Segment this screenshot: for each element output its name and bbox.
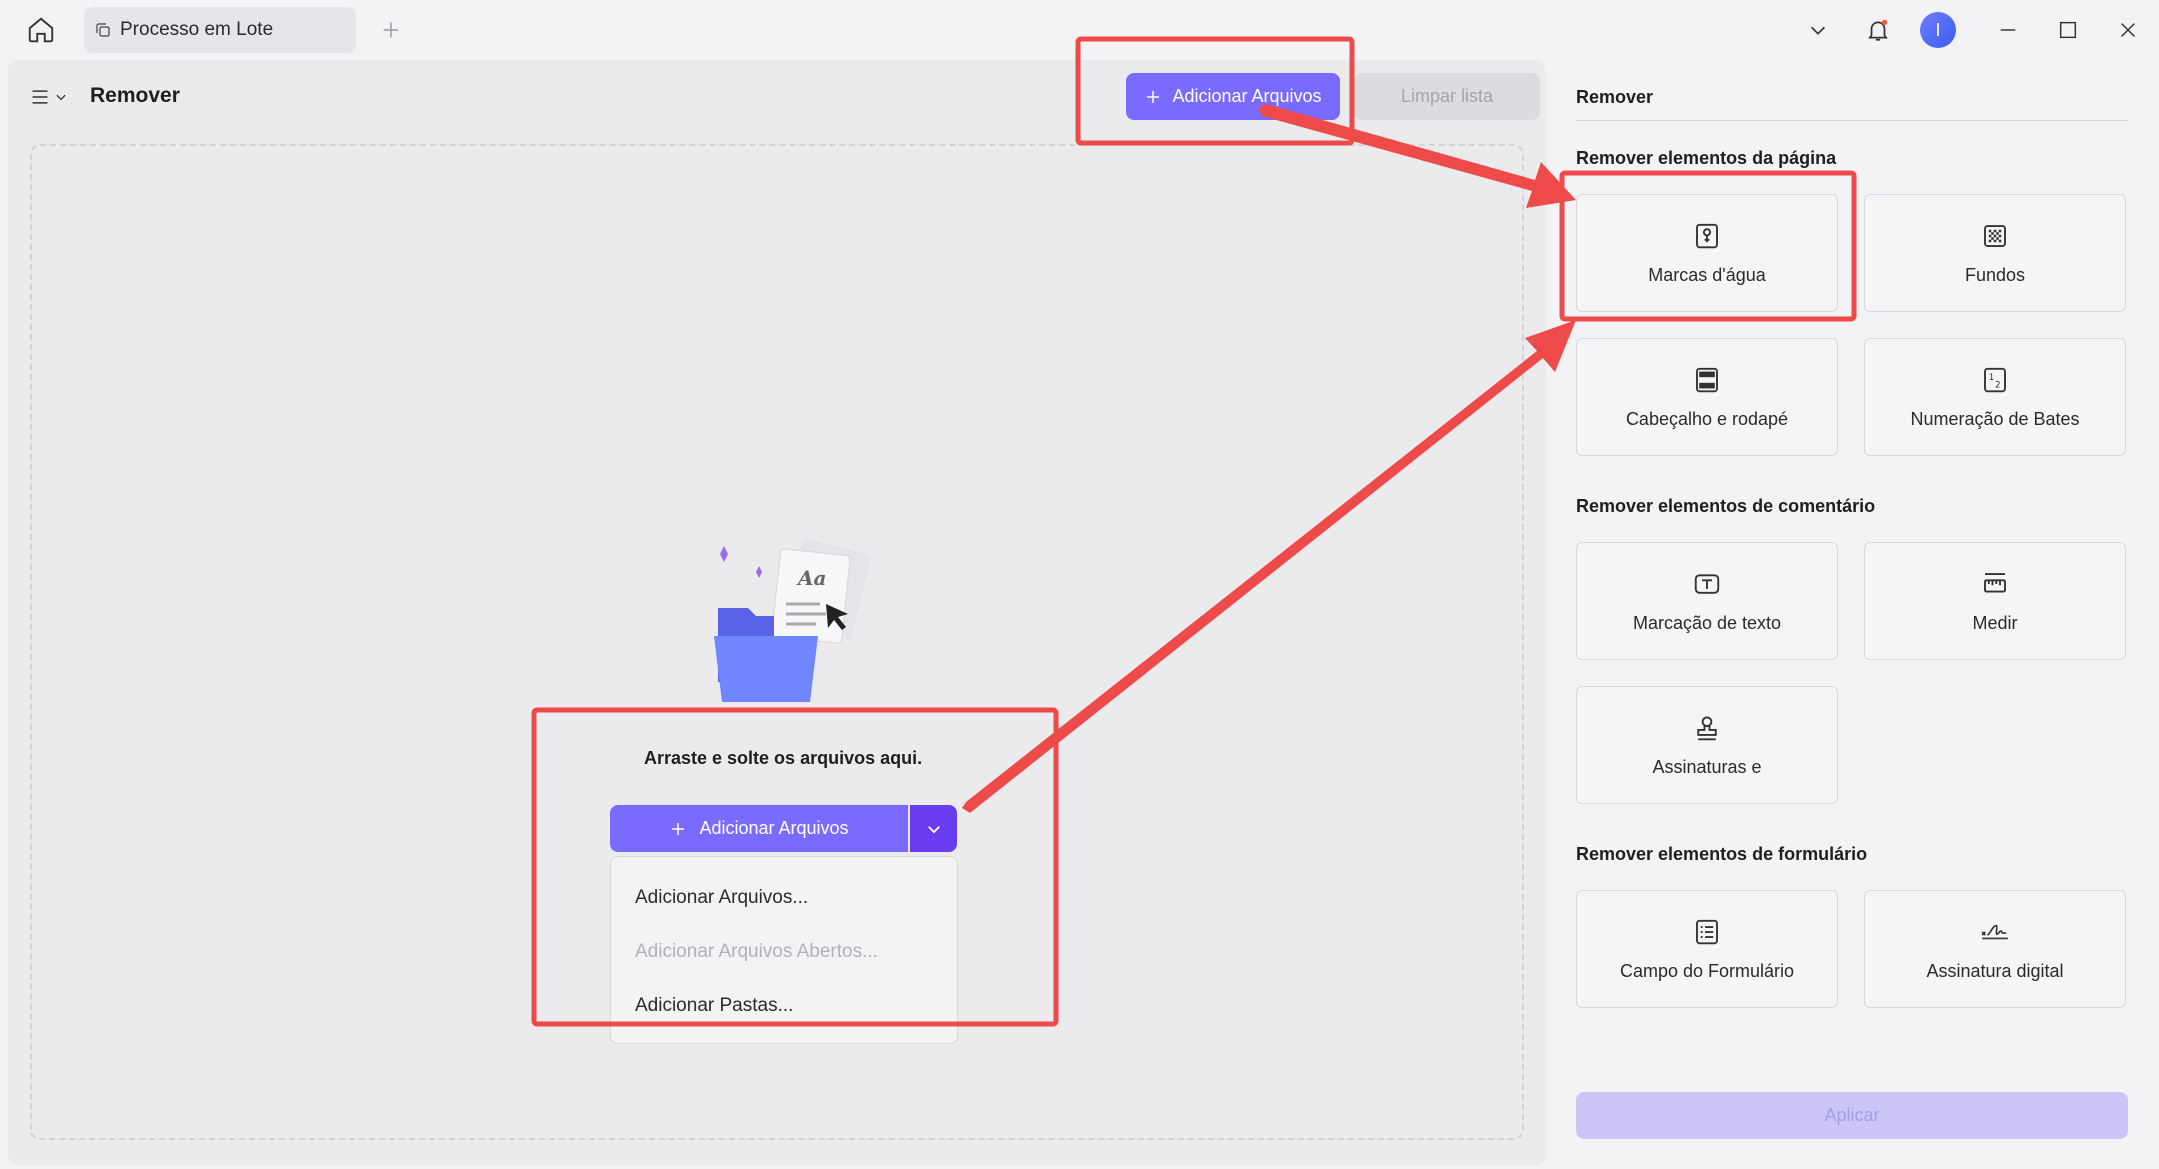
option-watermarks[interactable]: Marcas d'água: [1576, 194, 1838, 312]
plus-icon: [383, 22, 399, 38]
menu-item-add-files[interactable]: Adicionar Arquivos...: [611, 871, 957, 925]
page-title: Remover: [90, 84, 180, 107]
apply-button[interactable]: Aplicar: [1576, 1092, 2128, 1139]
option-label: Marcas d'água: [1648, 264, 1766, 285]
option-label: Assinatura digital: [1926, 960, 2064, 981]
option-label: Medir: [1972, 612, 2018, 633]
hamburger-icon: [32, 90, 48, 104]
menu-item-add-folders[interactable]: Adicionar Pastas...: [611, 979, 957, 1033]
text-markup-icon: [1694, 573, 1720, 594]
tab-label: Processo em Lote: [120, 19, 274, 40]
bell-icon: [1868, 19, 1888, 41]
copy-icon: [96, 23, 110, 37]
option-measure[interactable]: Medir: [1864, 542, 2126, 660]
file-list-panel: Remover Adicionar Arquivos Limpar lista …: [8, 60, 1546, 1165]
option-label: Cabeçalho e rodapé: [1625, 408, 1789, 429]
minimize-icon: [2000, 29, 2016, 31]
bates-numbering-icon: 12: [1984, 367, 2006, 392]
user-avatar[interactable]: I: [1920, 12, 1956, 48]
tab-batch-process[interactable]: Processo em Lote: [84, 7, 356, 53]
section-title-comment-elements: Remover elementos de comentário: [1576, 496, 1876, 516]
minimize-button[interactable]: [1990, 12, 2026, 48]
title-bar: Processo em Lote I: [0, 0, 2159, 60]
option-form-field[interactable]: Campo do Formulário: [1576, 890, 1838, 1008]
option-header-footer[interactable]: Cabeçalho e rodapé: [1576, 338, 1838, 456]
menu-item-add-open-files: Adicionar Arquivos Abertos...: [635, 941, 878, 962]
svg-text:Aa: Aa: [796, 566, 826, 590]
clear-list-button[interactable]: Limpar lista: [1354, 73, 1540, 120]
option-label: Assinaturas e: [1652, 756, 1762, 777]
svg-text:2: 2: [1995, 380, 2001, 390]
notifications-button[interactable]: [1860, 12, 1896, 48]
option-label: Fundos: [1964, 264, 2026, 285]
panel-title: Remover: [1576, 87, 1654, 107]
header-footer-icon: [1696, 367, 1718, 392]
section-title-page-elements: Remover elementos da página: [1576, 148, 1837, 168]
section-title-form-elements: Remover elementos de formulário: [1576, 844, 1868, 864]
home-icon: [28, 17, 54, 43]
add-files-dropdown-menu: Adicionar Arquivos... Adicionar Arquivos…: [610, 856, 958, 1044]
remove-options-panel: Remover Remover elementos da página Marc…: [1554, 60, 2152, 1165]
form-field-icon: [1696, 919, 1718, 944]
plus-icon: [1147, 90, 1160, 103]
signature-icon: [1981, 924, 2008, 939]
home-button[interactable]: [24, 13, 58, 47]
new-tab-button[interactable]: [374, 13, 408, 47]
option-bates-numbering[interactable]: 12 Numeração de Bates: [1864, 338, 2126, 456]
drop-instruction: Arraste e solte os arquivos aqui.: [644, 748, 923, 768]
add-files-dropdown-toggle[interactable]: [910, 805, 957, 852]
option-label: Campo do Formulário: [1619, 960, 1795, 981]
option-label: Marcação de texto: [1632, 612, 1782, 633]
clear-list-label: Limpar lista: [1400, 86, 1494, 106]
add-files-split-button[interactable]: Adicionar Arquivos: [610, 805, 908, 852]
plus-icon: [672, 822, 685, 835]
chevron-down-icon: [927, 825, 940, 833]
option-label: Numeração de Bates: [1910, 408, 2080, 429]
stamp-icon: [1697, 715, 1717, 740]
svg-text:1: 1: [1989, 373, 1995, 383]
chevron-down-icon: [1810, 26, 1826, 35]
option-digital-signature[interactable]: Assinatura digital: [1864, 890, 2126, 1008]
menu-button[interactable]: [30, 82, 76, 112]
add-files-button[interactable]: Adicionar Arquivos: [1126, 73, 1340, 120]
option-backgrounds[interactable]: Fundos: [1864, 194, 2126, 312]
add-files-label: Adicionar Arquivos: [1172, 86, 1322, 106]
close-icon: [2121, 23, 2135, 37]
apply-label: Aplicar: [1824, 1105, 1880, 1125]
option-signatures[interactable]: Assinaturas e: [1576, 686, 1838, 804]
option-text-markup[interactable]: Marcação de texto: [1576, 542, 1838, 660]
watermark-icon: [1696, 223, 1718, 248]
maximize-icon: [2059, 21, 2077, 39]
close-button[interactable]: [2110, 12, 2146, 48]
divider: [1576, 120, 2128, 121]
maximize-button[interactable]: [2050, 12, 2086, 48]
folder-illustration-icon: Aa: [714, 538, 871, 702]
chevron-down-icon: [56, 94, 66, 101]
background-pattern-icon: [1984, 224, 2006, 247]
expand-menu-button[interactable]: [1800, 12, 1836, 48]
ruler-icon: [1984, 572, 2006, 592]
add-files-split-label: Adicionar Arquivos: [699, 818, 849, 838]
